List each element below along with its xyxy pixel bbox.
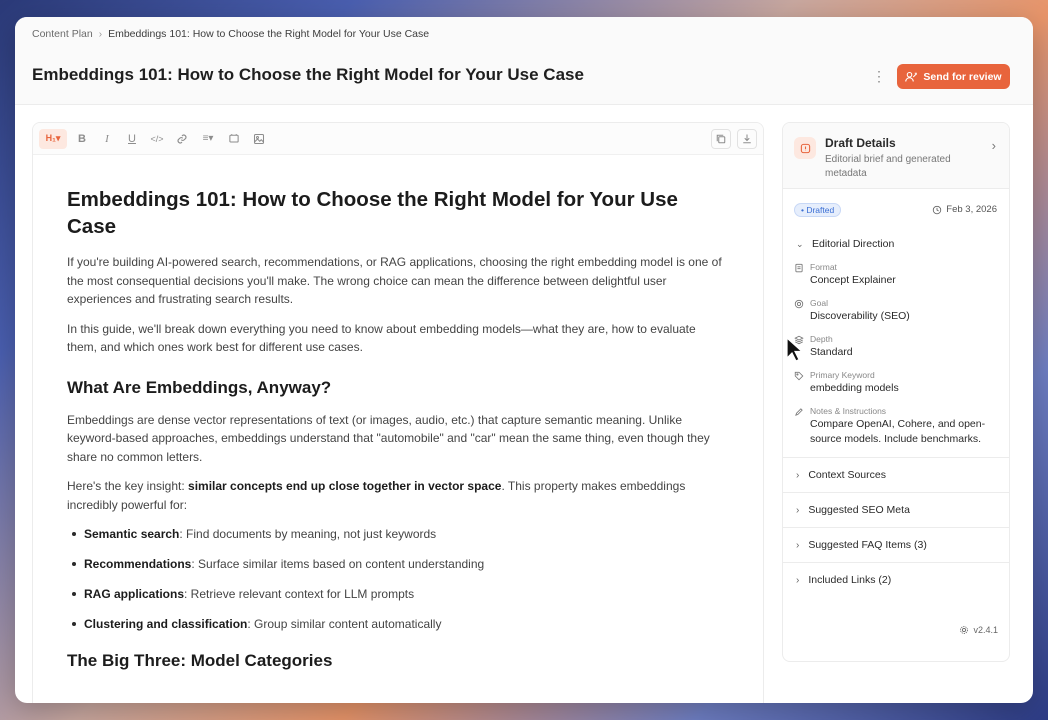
- chevron-right-icon: ›: [796, 539, 800, 551]
- chevron-down-icon: ⌄: [796, 238, 804, 249]
- italic-icon[interactable]: I: [97, 129, 117, 149]
- breadcrumb: Content Plan › Embeddings 101: How to Ch…: [32, 28, 429, 40]
- panel-title: Draft Details: [825, 136, 896, 150]
- version-text: v2.4.1: [973, 625, 998, 635]
- status-badge: • Drafted: [794, 203, 842, 217]
- field-value: Standard: [810, 346, 853, 358]
- settings-icon[interactable]: [959, 625, 969, 635]
- field-value: Compare OpenAI, Cohere, and open-source …: [810, 418, 986, 445]
- doc-bullet-list: Semantic search: Find documents by meani…: [67, 525, 729, 633]
- version-footer: v2.4.1: [782, 617, 1010, 643]
- bold-icon[interactable]: B: [72, 129, 92, 149]
- editorial-fields: Format Concept Explainer Goal Discoverab…: [783, 258, 1009, 447]
- section-title: Suggested FAQ Items (3): [808, 539, 927, 551]
- calendar-icon: [933, 205, 942, 214]
- field-depth: Depth Standard: [783, 334, 1009, 360]
- list-item: Recommendations: Surface similar items b…: [67, 555, 729, 573]
- section-title: Context Sources: [808, 469, 886, 481]
- field-value: Concept Explainer: [810, 274, 896, 286]
- status-row: • Drafted Feb 3, 2026: [783, 189, 1009, 230]
- page-title: Embeddings 101: How to Choose the Right …: [32, 65, 584, 84]
- more-vertical-icon[interactable]: ⋮: [872, 67, 886, 85]
- chevron-right-icon: ›: [98, 28, 103, 40]
- list-item-bold: RAG applications: [84, 587, 185, 601]
- draft-details-header[interactable]: Draft Details Editorial brief and genera…: [783, 123, 1009, 189]
- list-item: Semantic search: Find documents by meani…: [67, 525, 729, 543]
- underline-icon[interactable]: U: [122, 129, 142, 149]
- breadcrumb-current: Embeddings 101: How to Choose the Right …: [108, 28, 430, 40]
- document-icon: [795, 263, 803, 273]
- doc-bold-text: similar concepts end up close together i…: [188, 479, 502, 493]
- list-item-text: : Group similar content automatically: [247, 617, 442, 631]
- editor-panel: H₁▾ B I U </> ≡▾ Embeddings 101: How to …: [32, 122, 764, 703]
- date-display: Feb 3, 2026: [932, 204, 997, 215]
- faq-items-toggle[interactable]: › Suggested FAQ Items (3): [783, 527, 1009, 562]
- field-value: Discoverability (SEO): [810, 310, 910, 322]
- section-title: Suggested SEO Meta: [808, 504, 910, 516]
- link-icon[interactable]: [172, 129, 192, 149]
- date-text: Feb 3, 2026: [946, 204, 997, 215]
- field-goal: Goal Discoverability (SEO): [783, 298, 1009, 324]
- code-icon[interactable]: </>: [147, 129, 167, 149]
- doc-paragraph: In this guide, we'll break down everythi…: [67, 321, 696, 355]
- send-for-review-button[interactable]: Send for review: [897, 64, 1010, 89]
- doc-text: Here's the key insight:: [67, 479, 189, 493]
- list-item: RAG applications: Retrieve relevant cont…: [67, 585, 729, 603]
- doc-paragraph: If you're building AI-powered search, re…: [67, 255, 722, 306]
- doc-heading-1: Embeddings 101: How to Choose the Right …: [67, 188, 678, 238]
- list-icon[interactable]: ≡▾: [197, 129, 219, 149]
- field-value: embedding models: [810, 382, 899, 394]
- download-icon[interactable]: [737, 129, 757, 149]
- seo-meta-toggle[interactable]: › Suggested SEO Meta: [783, 492, 1009, 527]
- copy-icon[interactable]: [711, 129, 731, 149]
- field-primary-keyword: Primary Keyword embedding models: [783, 370, 1009, 396]
- context-sources-toggle[interactable]: › Context Sources: [783, 457, 1009, 492]
- document-body[interactable]: Embeddings 101: How to Choose the Right …: [33, 155, 763, 671]
- doc-paragraph: Here's the key insight: similar concepts…: [67, 477, 729, 514]
- field-format: Format Concept Explainer: [783, 262, 1009, 288]
- chevron-right-icon: ›: [796, 504, 800, 516]
- list-item-bold: Clustering and classification: [84, 617, 248, 631]
- doc-heading-2: The Big Three: Model Categories: [67, 651, 333, 670]
- doc-paragraph: Embeddings are dense vector representati…: [67, 412, 710, 464]
- list-item: Clustering and classification: Group sim…: [67, 615, 729, 633]
- chevron-right-icon[interactable]: ›: [992, 138, 996, 153]
- list-item-text: : Retrieve relevant context for LLM prom…: [184, 587, 415, 601]
- editor-toolbar: H₁▾ B I U </> ≡▾: [33, 123, 763, 155]
- draft-details-panel: Draft Details Editorial brief and genera…: [782, 122, 1010, 662]
- mouse-cursor-icon: [786, 337, 802, 362]
- comment-icon[interactable]: [224, 129, 244, 149]
- top-header: Content Plan › Embeddings 101: How to Ch…: [15, 17, 1033, 105]
- field-label: Goal: [810, 298, 828, 308]
- toolbar-right: [711, 129, 757, 149]
- list-item-text: : Surface similar items based on content…: [191, 557, 485, 571]
- section-title: Editorial Direction: [812, 238, 895, 250]
- editorial-direction-toggle[interactable]: ⌄ Editorial Direction: [783, 230, 1009, 258]
- list-item-bold: Semantic search: [84, 527, 180, 541]
- chevron-right-icon: ›: [796, 574, 800, 586]
- field-notes: Notes & Instructions Compare OpenAI, Coh…: [783, 406, 1009, 447]
- pen-icon: [795, 408, 803, 416]
- alert-icon: [794, 137, 816, 159]
- chevron-right-icon: ›: [796, 469, 800, 481]
- list-item-bold: Recommendations: [84, 557, 192, 571]
- panel-subtitle: Editorial brief and generated metadata: [825, 154, 951, 179]
- field-label: Format: [810, 262, 837, 272]
- tag-icon: [794, 371, 804, 381]
- section-title: Included Links (2): [808, 574, 892, 586]
- send-user-icon: [905, 71, 918, 82]
- app-window: Content Plan › Embeddings 101: How to Ch…: [15, 17, 1033, 703]
- list-item-text: : Find documents by meaning, not just ke…: [179, 527, 437, 541]
- heading-icon[interactable]: H₁▾: [39, 128, 67, 149]
- image-icon[interactable]: [249, 129, 269, 149]
- field-label: Primary Keyword: [810, 370, 875, 380]
- field-label: Notes & Instructions: [810, 406, 887, 416]
- field-label: Depth: [810, 334, 833, 344]
- target-icon: [794, 299, 804, 309]
- breadcrumb-parent[interactable]: Content Plan: [32, 28, 93, 40]
- send-button-label: Send for review: [923, 70, 1002, 83]
- doc-heading-2: What Are Embeddings, Anyway?: [67, 377, 332, 397]
- included-links-toggle[interactable]: › Included Links (2): [783, 562, 1009, 597]
